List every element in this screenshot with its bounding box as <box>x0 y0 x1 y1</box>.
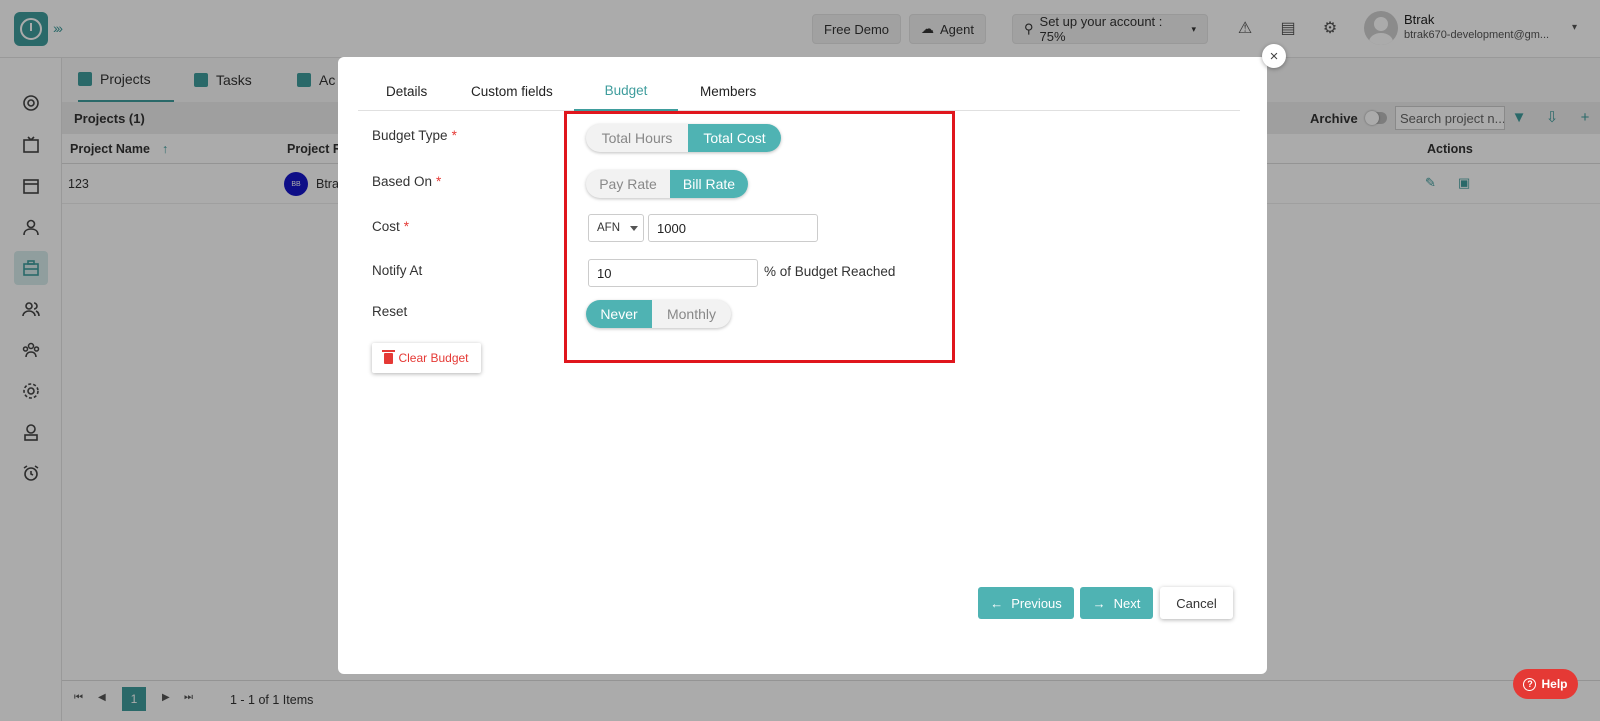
tab-details[interactable]: Details <box>386 71 427 111</box>
next-label: Next <box>1113 595 1141 611</box>
budget-type-label-text: Budget Type <box>372 128 448 143</box>
tab-details-label: Details <box>386 83 428 99</box>
tab-members-label: Members <box>700 83 757 99</box>
arrow-right-icon: → <box>1092 595 1106 611</box>
arrow-left-icon: ← <box>990 595 1004 611</box>
required-marker: * <box>451 128 457 143</box>
cancel-label: Cancel <box>1176 595 1217 611</box>
previous-label: Previous <box>1011 595 1062 611</box>
based-on-label-text: Based On <box>372 174 433 189</box>
tab-budget[interactable]: Budget <box>574 71 678 111</box>
dialog-tabs: Details Custom fields Budget Members <box>358 71 1240 111</box>
cancel-button[interactable]: Cancel <box>1160 587 1233 619</box>
tab-custom-fields-label: Custom fields <box>471 83 553 99</box>
next-button[interactable]: → Next <box>1080 587 1153 619</box>
budget-type-label: Budget Type * <box>372 128 457 143</box>
required-marker: * <box>436 174 442 189</box>
cost-label-text: Cost <box>372 219 400 234</box>
help-button[interactable]: ? Help <box>1513 669 1578 699</box>
notify-at-label: Notify At <box>372 263 422 278</box>
clear-budget-label: Clear Budget <box>398 351 469 365</box>
highlight-annotation-box <box>564 111 955 363</box>
notify-at-label-text: Notify At <box>372 263 423 278</box>
trash-icon <box>382 349 396 364</box>
reset-label: Reset <box>372 304 407 319</box>
help-label: Help <box>1541 677 1568 691</box>
reset-label-text: Reset <box>372 304 408 319</box>
project-dialog: Details Custom fields Budget Members Bud… <box>338 57 1267 674</box>
tab-members[interactable]: Members <box>700 71 756 111</box>
tab-budget-label: Budget <box>604 82 648 98</box>
required-marker: * <box>403 219 410 234</box>
help-question-icon: ? <box>1523 677 1537 691</box>
based-on-label: Based On * <box>372 174 441 189</box>
close-dialog-icon[interactable]: × <box>1262 44 1286 68</box>
previous-button[interactable]: ← Previous <box>978 587 1074 619</box>
cost-label: Cost * <box>372 219 409 234</box>
clear-budget-button[interactable]: Clear Budget <box>372 343 481 373</box>
tab-custom-fields[interactable]: Custom fields <box>471 71 553 111</box>
